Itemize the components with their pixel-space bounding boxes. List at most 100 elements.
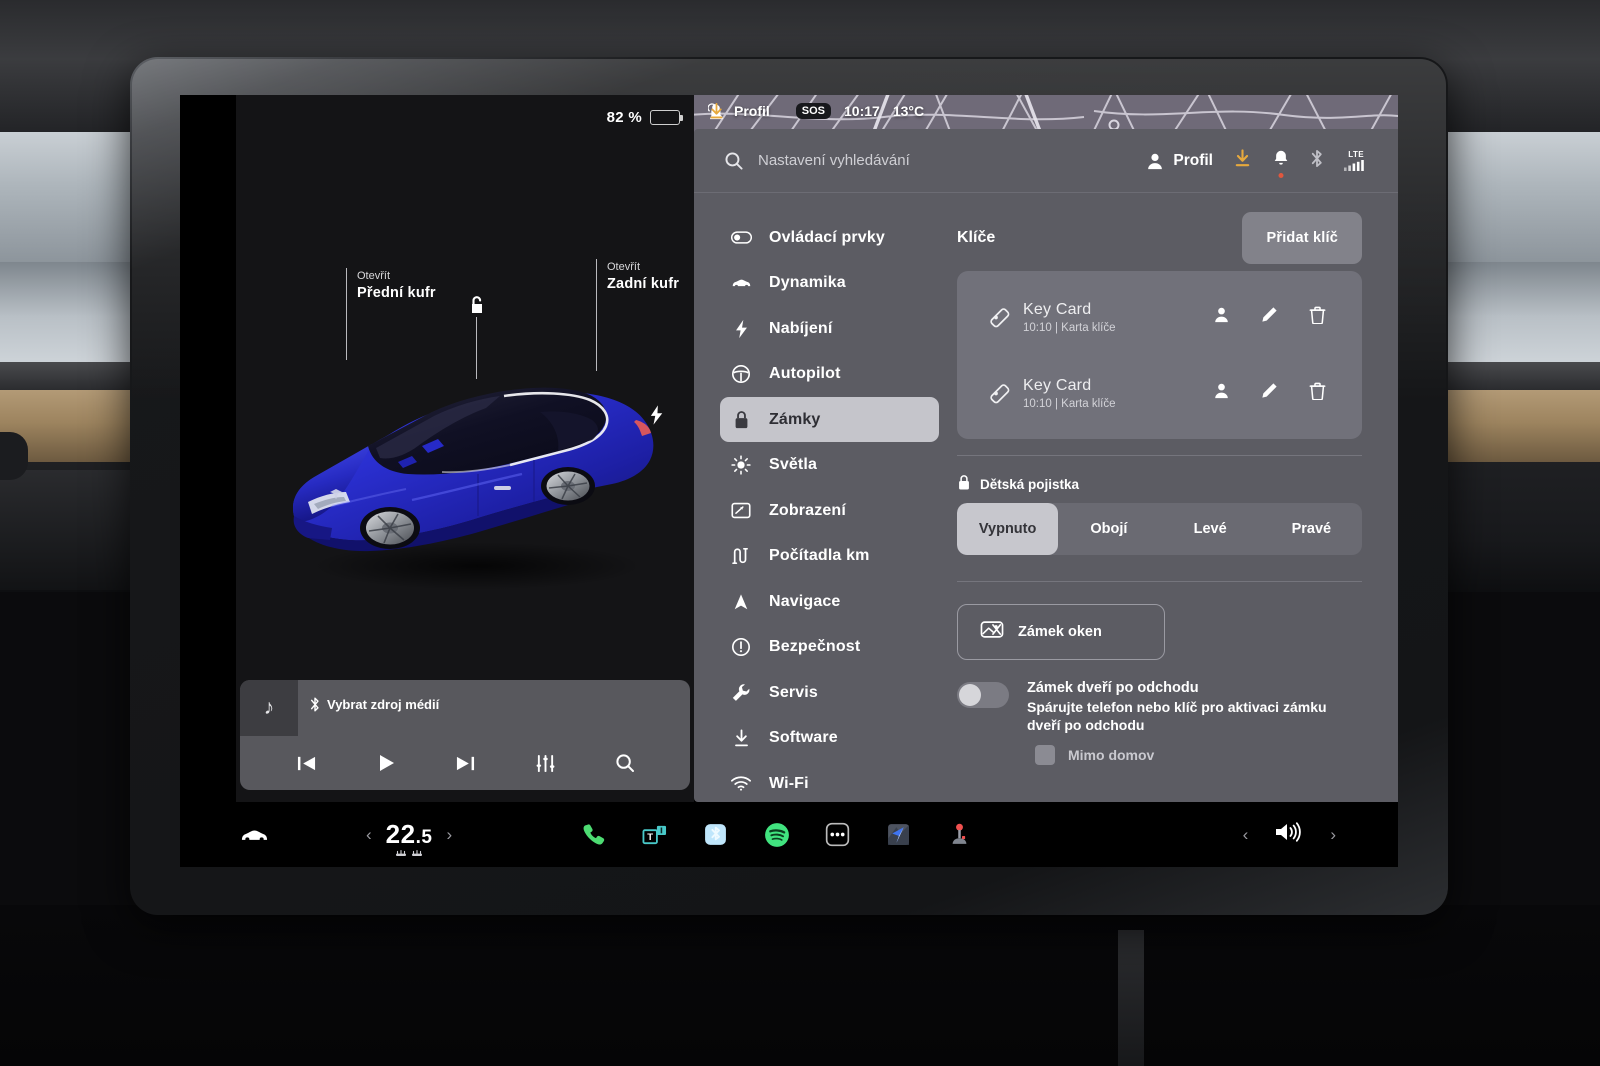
- sidebar-item-dynamics[interactable]: Dynamika: [720, 261, 939, 306]
- doors-callout-line: [476, 317, 478, 379]
- svg-text:T: T: [647, 831, 653, 842]
- key-meta: 10:10 | Karta klíče: [1023, 397, 1116, 410]
- temperature-decrease-button[interactable]: ‹: [366, 825, 372, 845]
- key-list-item[interactable]: Key Card 10:10 | Karta klíče: [957, 279, 1362, 355]
- key-text: Key Card 10:10 | Karta klíče: [1023, 301, 1213, 334]
- edit-key-icon[interactable]: [1261, 306, 1278, 328]
- media-header: ♪ Vybrat zdroj médií: [240, 680, 690, 736]
- display-icon: [730, 502, 752, 519]
- window-lock-icon: [980, 619, 1004, 645]
- volume-increase-button[interactable]: ›: [1330, 825, 1336, 845]
- tidal-app-icon[interactable]: T: [641, 821, 668, 848]
- sidebar-item-locks[interactable]: Zámky: [720, 397, 939, 442]
- map-profile-label[interactable]: Profil: [734, 103, 770, 119]
- sidebar-item-navigation[interactable]: Navigace: [720, 579, 939, 624]
- equalizer-button[interactable]: [535, 754, 556, 773]
- header-download-icon[interactable]: [1233, 148, 1252, 173]
- sos-label: SOS: [801, 105, 826, 117]
- window-lock-button[interactable]: Zámek oken: [957, 604, 1165, 660]
- sidebar-item-safety[interactable]: Bezpečnost: [720, 625, 939, 670]
- bluetooth-status-icon[interactable]: [1310, 149, 1324, 173]
- callout-line: [346, 268, 348, 360]
- header-profile-button[interactable]: Profil: [1146, 152, 1213, 170]
- settings-search[interactable]: Nastavení vyhledávání: [694, 151, 1146, 171]
- trunk-action-label: Otevřít: [607, 261, 641, 273]
- padlock-icon: [957, 474, 971, 494]
- sidebar-item-display[interactable]: Zobrazení: [720, 488, 939, 533]
- child-lock-segmented-control: Vypnuto Obojí Levé Pravé: [957, 503, 1362, 555]
- child-lock-label-row: Dětská pojistka: [957, 474, 1362, 494]
- sidebar-item-software[interactable]: Software: [720, 716, 939, 761]
- sidebar-item-wifi[interactable]: Wi-Fi: [720, 761, 939, 802]
- unlock-icon[interactable]: [464, 293, 488, 317]
- outside-temperature-label: 13°C: [892, 103, 925, 119]
- media-source-selector[interactable]: Vybrat zdroj médií: [310, 697, 439, 712]
- delete-key-icon[interactable]: [1309, 382, 1326, 405]
- assign-driver-icon[interactable]: [1213, 306, 1230, 328]
- speaker-icon[interactable]: [1274, 821, 1304, 848]
- media-search-button[interactable]: [615, 753, 635, 773]
- exclude-home-checkbox[interactable]: [1035, 744, 1055, 765]
- sidebar-label: Ovládací prvky: [769, 228, 885, 246]
- car-front-icon[interactable]: [240, 826, 269, 843]
- notifications-bell-icon[interactable]: [1272, 149, 1290, 172]
- temperature-value-group[interactable]: 22.5: [385, 819, 433, 856]
- add-key-button[interactable]: Přidat klíč: [1242, 212, 1362, 264]
- section-divider: [957, 455, 1362, 456]
- battery-percent-label: 82 %: [606, 109, 642, 126]
- child-lock-option-left[interactable]: Levé: [1160, 503, 1261, 555]
- sidebar-item-autopilot[interactable]: Autopilot: [720, 352, 939, 397]
- assign-driver-icon[interactable]: [1213, 382, 1230, 404]
- key-list-item[interactable]: Key Card 10:10 | Karta klíče: [957, 355, 1362, 431]
- car-icon: [730, 277, 752, 290]
- edit-key-icon[interactable]: [1261, 382, 1278, 404]
- navigation-app-icon[interactable]: [885, 821, 912, 848]
- battery-indicator: 82 %: [606, 109, 683, 126]
- window-lock-label: Zámek oken: [1018, 624, 1102, 640]
- sidebar-item-service[interactable]: Servis: [720, 670, 939, 715]
- next-track-button[interactable]: [455, 754, 476, 773]
- phone-app-icon[interactable]: [580, 821, 607, 848]
- delete-key-icon[interactable]: [1309, 306, 1326, 329]
- sidebar-item-charging[interactable]: Nabíjení: [720, 306, 939, 351]
- more-apps-icon[interactable]: [824, 821, 851, 848]
- key-text: Key Card 10:10 | Karta klíče: [1023, 377, 1213, 410]
- sidebar-label: Dynamika: [769, 274, 846, 291]
- map-status-bar: Profil SOS 10:17 13°C: [708, 103, 925, 120]
- child-lock-option-right[interactable]: Pravé: [1261, 503, 1362, 555]
- frunk-callout[interactable]: Otevřít Přední kufr: [346, 268, 436, 360]
- exclude-home-row[interactable]: Mimo domov: [1035, 744, 1362, 765]
- sidebar-label: Počítadla km: [769, 547, 870, 564]
- keys-list: Key Card 10:10 | Karta klíče Key Card 10…: [957, 271, 1362, 439]
- touchscreen-bezel: 82 % Otevřít Přední kufr Otevřít Zadní k…: [130, 57, 1448, 915]
- volume-decrease-button[interactable]: ‹: [1243, 825, 1249, 845]
- previous-track-button[interactable]: [296, 754, 317, 773]
- search-placeholder: Nastavení vyhledávání: [758, 152, 910, 169]
- padlock-icon: [730, 410, 752, 430]
- trunk-callout[interactable]: Otevřít Zadní kufr: [596, 259, 680, 371]
- callout-line: [596, 259, 598, 371]
- trunk-label: Zadní kufr: [607, 275, 680, 292]
- tesla-touchscreen[interactable]: 82 % Otevřít Přední kufr Otevřít Zadní k…: [180, 95, 1398, 867]
- bluetooth-audio-app-icon[interactable]: [702, 821, 729, 848]
- temperature-integer: 22: [385, 819, 416, 849]
- bottom-taskbar: ‹ 22.5 › T ‹ ›: [180, 802, 1398, 867]
- settings-sidebar: Ovládací prvky Dynamika Nabíjení Autopil…: [694, 193, 939, 802]
- spotify-app-icon[interactable]: [763, 821, 790, 848]
- sidebar-item-lights[interactable]: Světla: [720, 443, 939, 488]
- arcade-app-icon[interactable]: [946, 821, 973, 848]
- play-button[interactable]: [376, 753, 396, 773]
- vehicle-3d-model[interactable]: [272, 350, 672, 595]
- key-card-icon: [987, 305, 1023, 330]
- sidebar-item-trip-meters[interactable]: Počítadla km: [720, 534, 939, 579]
- walk-away-lock-toggle[interactable]: [957, 682, 1009, 708]
- key-card-icon: [987, 381, 1023, 406]
- child-lock-option-off[interactable]: Vypnuto: [957, 503, 1059, 555]
- sos-button[interactable]: SOS: [708, 103, 832, 119]
- sidebar-item-controls[interactable]: Ovládací prvky: [720, 215, 939, 260]
- child-lock-option-both[interactable]: Obojí: [1058, 503, 1159, 555]
- footwell-shadow: [0, 905, 1600, 1066]
- media-player-card[interactable]: ♪ Vybrat zdroj médií: [240, 680, 690, 790]
- temperature-increase-button[interactable]: ›: [446, 825, 452, 845]
- sidebar-label: Wi-Fi: [769, 774, 809, 792]
